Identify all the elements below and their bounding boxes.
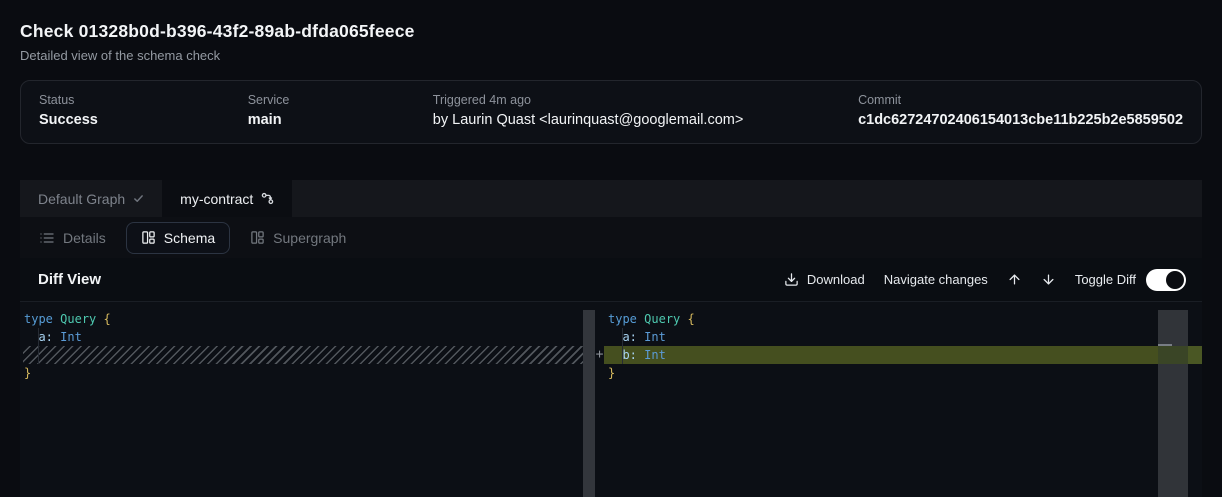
diff-filler-line	[23, 346, 583, 364]
code-token: Int	[60, 330, 82, 344]
next-change-button[interactable]	[1041, 272, 1056, 287]
page-subtitle: Detailed view of the schema check	[20, 48, 1202, 63]
code-line: type Query {	[608, 310, 1158, 328]
download-icon	[784, 272, 799, 287]
service-value: main	[248, 112, 433, 128]
download-button[interactable]: Download	[784, 272, 865, 287]
panels-icon	[250, 230, 265, 245]
code-token: Int	[644, 348, 666, 362]
status-column: Status Success	[39, 93, 248, 128]
git-compare-icon	[261, 192, 274, 205]
triggered-column: Triggered 4m ago by Laurin Quast <laurin…	[433, 93, 858, 128]
graph-tab-label: my-contract	[180, 191, 253, 207]
code-token: Query	[644, 312, 680, 326]
view-tab-label: Schema	[164, 230, 215, 246]
navigate-changes-button[interactable]: Navigate changes	[884, 272, 988, 287]
diff-actions: Download Navigate changes Toggle Diff	[784, 269, 1186, 291]
code-token: a:	[38, 330, 52, 344]
code-token: type	[24, 312, 53, 326]
toggle-knob	[1166, 271, 1184, 289]
check-icon	[133, 193, 144, 204]
code-line: type Query {	[24, 310, 583, 328]
tab-my-contract[interactable]: my-contract	[162, 180, 292, 217]
commit-column: Commit c1dc62724702406154013cbe11b225b2e…	[858, 93, 1183, 128]
code-token: Int	[644, 330, 666, 344]
service-column: Service main	[248, 93, 433, 128]
status-value: Success	[39, 112, 248, 128]
tab-supergraph[interactable]: Supergraph	[249, 222, 347, 254]
indent-guide	[622, 328, 623, 364]
modified-scrollbar[interactable]	[1158, 310, 1188, 497]
commit-value: c1dc62724702406154013cbe11b225b2e5859502	[858, 112, 1183, 128]
code-line: }	[24, 364, 583, 382]
tab-schema[interactable]: Schema	[126, 222, 230, 254]
arrow-down-icon	[1041, 272, 1056, 287]
code-line: a: Int	[24, 328, 583, 346]
code-token: type	[608, 312, 637, 326]
diff-view-header: Diff View Download Navigate changes	[20, 258, 1202, 302]
scrollbar-added-zone	[1158, 346, 1188, 364]
download-label: Download	[807, 272, 865, 287]
diff-overview-ruler	[1188, 302, 1202, 497]
diff-view-title: Diff View	[38, 271, 101, 288]
tab-default-graph[interactable]: Default Graph	[20, 180, 162, 217]
code-line: }	[608, 364, 1158, 382]
diff-gutter: +	[595, 302, 604, 497]
view-tabbar: Details Schema Supergraph	[20, 217, 1202, 258]
code-token	[24, 330, 38, 344]
code-token: {	[104, 312, 111, 326]
panels-icon	[141, 230, 156, 245]
toggle-diff-group: Toggle Diff	[1075, 269, 1186, 291]
previous-change-button[interactable]	[1007, 272, 1022, 287]
view-tab-label: Details	[63, 230, 106, 246]
tab-details[interactable]: Details	[38, 222, 107, 254]
diff-original-pane[interactable]: type Query { a: Int}	[20, 302, 583, 497]
code-token	[680, 312, 687, 326]
graph-tab-label: Default Graph	[38, 191, 125, 207]
list-icon	[39, 230, 55, 246]
service-label: Service	[248, 93, 433, 107]
original-scrollbar[interactable]	[583, 310, 595, 497]
added-line-plus-marker: +	[595, 346, 604, 364]
code-token: }	[608, 366, 615, 380]
arrow-up-icon	[1007, 272, 1022, 287]
code-line: a: Int	[608, 328, 1158, 346]
graph-tabbar: Default Graph my-contract	[20, 180, 1202, 217]
diff-modified-pane[interactable]: type Query { a: Int b: Int}	[604, 302, 1158, 497]
code-token	[608, 330, 622, 344]
page-title: Check 01328b0d-b396-43f2-89ab-dfda065fee…	[20, 21, 1202, 42]
toggle-diff-switch[interactable]	[1146, 269, 1186, 291]
view-tab-label: Supergraph	[273, 230, 346, 246]
schema-diff-editor: type Query { a: Int} + type Query { a: I…	[20, 302, 1202, 497]
code-token: }	[24, 366, 31, 380]
code-token: Query	[60, 312, 96, 326]
code-token	[608, 348, 622, 362]
check-summary-card: Status Success Service main Triggered 4m…	[20, 80, 1202, 144]
navigate-changes-label: Navigate changes	[884, 272, 988, 287]
ruler-added-mark	[1188, 346, 1202, 364]
triggered-value: by Laurin Quast <laurinquast@googlemail.…	[433, 112, 858, 128]
code-token: {	[688, 312, 695, 326]
status-label: Status	[39, 93, 248, 107]
commit-label: Commit	[858, 93, 1183, 107]
code-token: a:	[622, 330, 636, 344]
toggle-diff-label: Toggle Diff	[1075, 272, 1136, 287]
code-token: b:	[622, 348, 636, 362]
indent-guide	[38, 328, 39, 364]
triggered-label: Triggered 4m ago	[433, 93, 858, 107]
check-detail-panel: Default Graph my-contract Details	[20, 180, 1202, 497]
code-token	[96, 312, 103, 326]
added-code-line: b: Int	[604, 346, 1158, 364]
page-header: Check 01328b0d-b396-43f2-89ab-dfda065fee…	[0, 0, 1222, 63]
